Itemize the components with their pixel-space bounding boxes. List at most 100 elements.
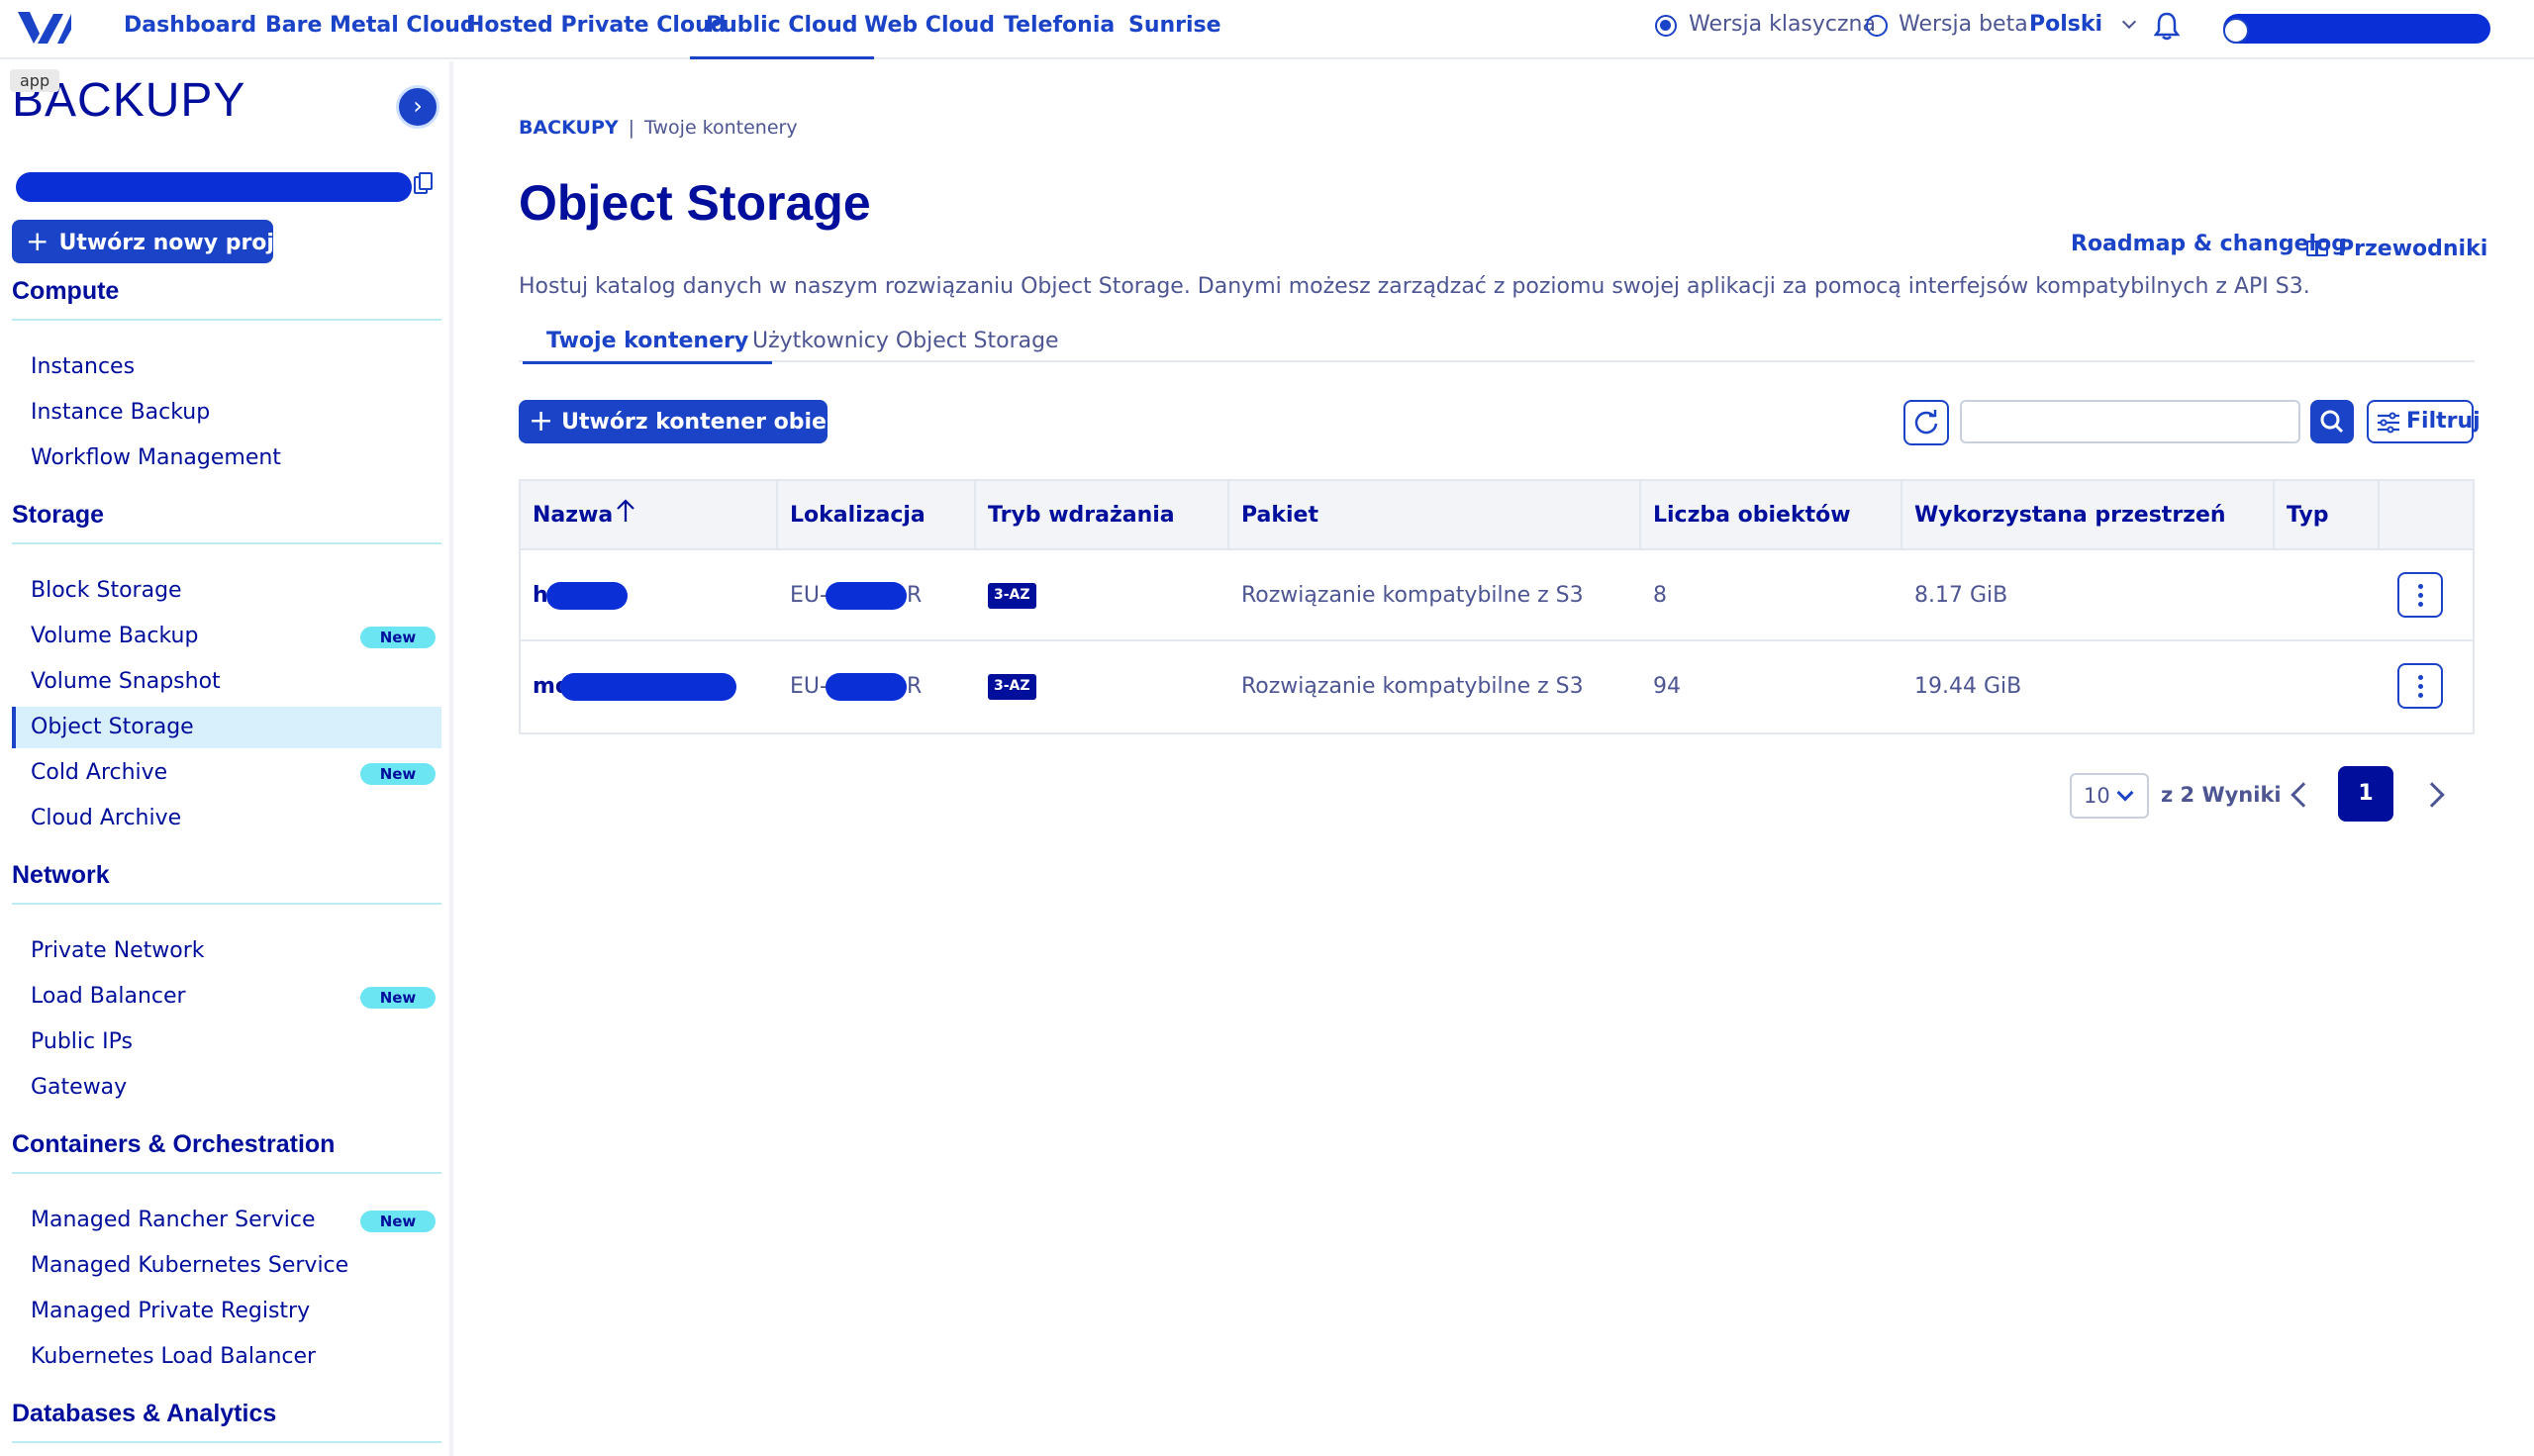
page-button-current[interactable]: 1 — [2338, 766, 2393, 822]
sidebar-item-private-network[interactable]: Private Network — [12, 930, 441, 972]
language-selector[interactable]: Polski — [2029, 12, 2136, 37]
page-description: Hostuj katalog danych w naszym rozwiązan… — [519, 274, 2310, 299]
search-icon — [2320, 410, 2344, 434]
container-name[interactable]: h — [521, 550, 548, 641]
nav-public-cloud[interactable]: Public Cloud — [690, 0, 874, 59]
location-prefix: EU- — [790, 674, 828, 699]
redacted-location — [826, 582, 907, 610]
sort-arrow-up-icon — [617, 499, 635, 522]
sidebar-item-label: Managed Rancher Service — [31, 1208, 316, 1232]
section-containers-orchestration: Containers & Orchestration — [12, 1130, 336, 1158]
column-header-type[interactable]: Typ — [2275, 481, 2380, 550]
sidebar-item-workflow-management[interactable]: Workflow Management — [12, 437, 441, 479]
refresh-button[interactable] — [1903, 400, 1949, 445]
section-storage: Storage — [12, 501, 105, 529]
filter-label: Filtruj — [2406, 409, 2481, 434]
deployment-mode: 3-AZ — [976, 641, 1036, 732]
tab-object-storage-users[interactable]: Użytkownicy Object Storage — [729, 329, 1083, 364]
version-beta-radio[interactable] — [1866, 15, 1888, 37]
search-input[interactable] — [1960, 400, 2300, 443]
page-size-select[interactable]: 10 — [2070, 773, 2149, 819]
previous-page-chevron-icon[interactable] — [2290, 782, 2316, 808]
sidebar-item-instance-backup[interactable]: Instance Backup — [12, 392, 441, 434]
breadcrumb-root-link[interactable]: BACKUPY — [519, 117, 619, 139]
location-prefix: EU- — [790, 583, 828, 608]
version-classic-label: Wersja klasyczna — [1689, 12, 1876, 37]
guides-link[interactable]: Przewodniki — [2306, 237, 2487, 261]
column-header-used-space[interactable]: Wykorzystana przestrzeń — [1902, 481, 2275, 550]
create-new-project-button[interactable]: + Utwórz nowy projekt — [12, 220, 314, 263]
nav-sunrise[interactable]: Sunrise — [1128, 0, 1221, 59]
sidebar-item-managed-kubernetes-service[interactable]: Managed Kubernetes Service — [12, 1245, 441, 1287]
section-divider — [12, 542, 441, 544]
sidebar-item-gateway[interactable]: Gateway — [12, 1067, 441, 1109]
container-type — [2275, 550, 2287, 641]
column-header-object-count[interactable]: Liczba obiektów — [1641, 481, 1902, 550]
create-new-project-label: Utwórz nowy projekt — [58, 231, 315, 255]
sidebar-item-volume-snapshot[interactable]: Volume Snapshot — [12, 661, 441, 703]
row-actions-kebab-icon[interactable] — [2397, 663, 2443, 709]
sidebar-item-object-storage[interactable]: Object Storage — [12, 707, 441, 748]
sidebar-item-instances[interactable]: Instances — [12, 346, 441, 388]
sidebar-item-block-storage[interactable]: Block Storage — [12, 570, 441, 612]
nav-web-cloud[interactable]: Web Cloud — [864, 0, 995, 59]
sidebar-item-managed-rancher-service[interactable]: Managed Rancher Service New — [12, 1200, 441, 1241]
breadcrumb-current: Twoje kontenery — [644, 117, 798, 139]
sidebar-item-kubernetes-load-balancer[interactable]: Kubernetes Load Balancer — [12, 1336, 441, 1378]
account-menu[interactable] — [2223, 14, 2490, 44]
sidebar-item-volume-backup[interactable]: Volume Backup New — [12, 616, 441, 657]
sidebar-collapse-button[interactable]: › — [396, 85, 439, 129]
next-page-chevron-icon[interactable] — [2419, 782, 2445, 808]
page-title: Object Storage — [519, 175, 871, 231]
row-actions-kebab-icon[interactable] — [2397, 572, 2443, 618]
object-count: 94 — [1653, 674, 1681, 699]
column-header-package[interactable]: Pakiet — [1229, 481, 1641, 550]
version-classic-radio[interactable] — [1655, 15, 1677, 37]
filter-button[interactable]: Filtruj — [2367, 400, 2481, 443]
object-count: 8 — [1653, 583, 1667, 608]
breadcrumb: BACKUPY | Twoje kontenery — [519, 117, 798, 139]
copy-icon[interactable] — [414, 172, 433, 194]
location-suffix: R — [906, 674, 923, 699]
new-badge: New — [360, 987, 436, 1009]
sidebar-item-managed-private-registry[interactable]: Managed Private Registry — [12, 1291, 441, 1332]
sidebar-item-public-ips[interactable]: Public IPs — [12, 1021, 441, 1063]
sidebar-item-label: Volume Backup — [31, 624, 199, 648]
section-compute: Compute — [12, 277, 120, 305]
nav-telefonia[interactable]: Telefonia — [1004, 0, 1115, 59]
section-divider — [12, 903, 441, 905]
column-header-deployment-mode[interactable]: Tryb wdrażania — [976, 481, 1229, 550]
search-button[interactable] — [2310, 400, 2354, 443]
redacted-name — [546, 582, 628, 610]
chevron-down-icon — [2121, 14, 2136, 30]
new-badge: New — [360, 1211, 436, 1232]
nav-dashboard[interactable]: Dashboard — [124, 0, 256, 59]
tabs: Twoje kontenery Użytkownicy Object Stora… — [519, 327, 2475, 364]
create-container-button[interactable]: + Utwórz kontener obiektów — [519, 400, 887, 443]
table-row: mo EU- R 3-AZ Rozwiązanie kompatybilne z … — [521, 641, 2473, 732]
column-header-name[interactable]: Nazwa — [521, 481, 778, 550]
top-navigation: Dashboard Bare Metal Cloud Hosted Privat… — [0, 0, 2534, 59]
table-row: h EU- R 3-AZ Rozwiązanie kompatybilne z S… — [521, 550, 2473, 641]
sidebar-item-load-balancer[interactable]: Load Balancer New — [12, 976, 441, 1018]
app-badge: app — [10, 69, 60, 92]
sidebar-item-label: Load Balancer — [31, 984, 186, 1009]
section-divider — [12, 1441, 441, 1443]
ovh-logo-icon[interactable] — [14, 8, 75, 48]
bell-icon[interactable] — [2154, 11, 2180, 41]
used-space: 19.44 GiB — [1914, 674, 2022, 699]
nav-hosted-private-cloud[interactable]: Hosted Private Cloud — [466, 0, 726, 59]
nav-bare-metal-cloud[interactable]: Bare Metal Cloud — [265, 0, 476, 59]
results-count: z 2 Wyniki — [2161, 783, 2282, 807]
breadcrumb-separator: | — [628, 117, 635, 139]
column-header-location[interactable]: Lokalizacja — [778, 481, 976, 550]
chevron-right-icon: › — [413, 92, 423, 120]
container-type — [2275, 641, 2287, 732]
plus-icon: + — [529, 404, 554, 438]
refresh-icon — [1914, 410, 1938, 435]
create-container-label: Utwórz kontener obiektów — [561, 410, 887, 435]
new-badge: New — [360, 627, 436, 648]
version-beta-label: Wersja beta — [1899, 12, 2028, 37]
sidebar-item-cold-archive[interactable]: Cold Archive New — [12, 752, 441, 794]
sidebar-item-cloud-archive[interactable]: Cloud Archive — [12, 798, 441, 839]
